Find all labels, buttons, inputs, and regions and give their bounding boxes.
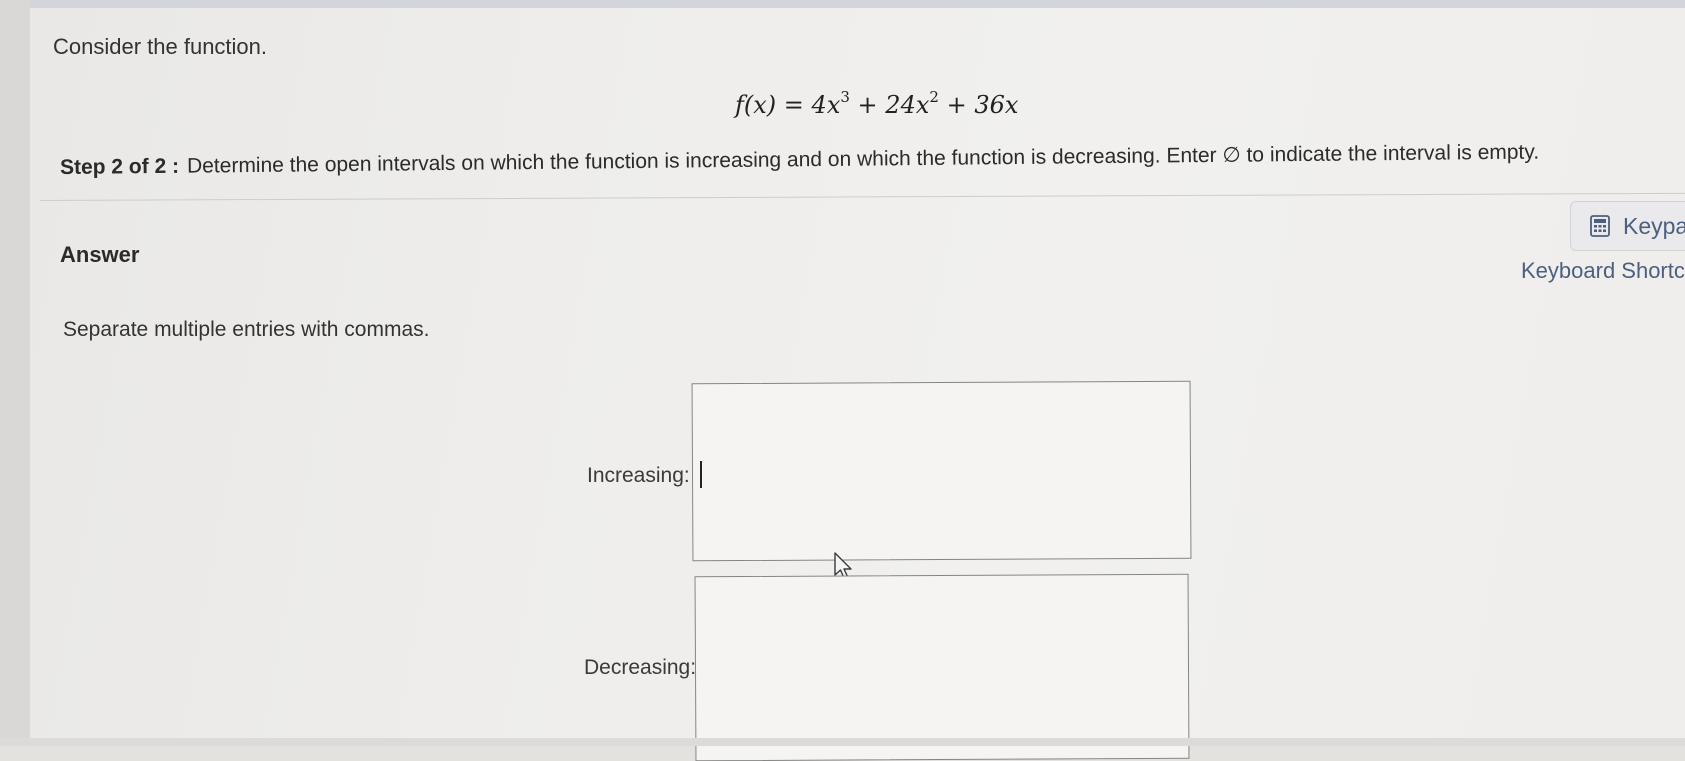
keypad-button[interactable]: Keypad [1570,201,1685,251]
formula-term2: 24x [885,91,930,119]
step-label: Step 2 of 2 : [59,154,180,179]
question-intro: Consider the function. [53,34,268,59]
formula-plus-1: + [857,91,878,119]
formula-term3: 36x [974,91,1019,119]
formula-term1-exponent: 3 [840,88,850,106]
decreasing-label: Decreasing: [584,656,697,679]
function-formula: f(x) = 4x3 + 24x2 + 36x [735,88,1018,119]
text-cursor [700,461,702,488]
formula-term1: 4x [811,91,841,119]
increasing-input[interactable] [691,380,1192,562]
calculator-icon [1589,215,1611,237]
formula-lhs: f(x) [735,91,777,119]
page-left-margin [0,0,30,746]
keypad-label: Keypad [1623,212,1685,239]
answer-heading: Answer [60,242,140,267]
keyboard-shortcuts-link[interactable]: Keyboard Shortcuts [1521,258,1685,284]
answer-instruction: Separate multiple entries with commas. [63,318,430,341]
formula-term2-exponent: 2 [929,88,939,106]
formula-plus-2: + [946,91,967,119]
decreasing-input[interactable] [694,573,1190,761]
formula-equals: = [783,91,804,119]
page-bottom-edge [0,738,1685,746]
increasing-label: Increasing: [587,464,690,487]
